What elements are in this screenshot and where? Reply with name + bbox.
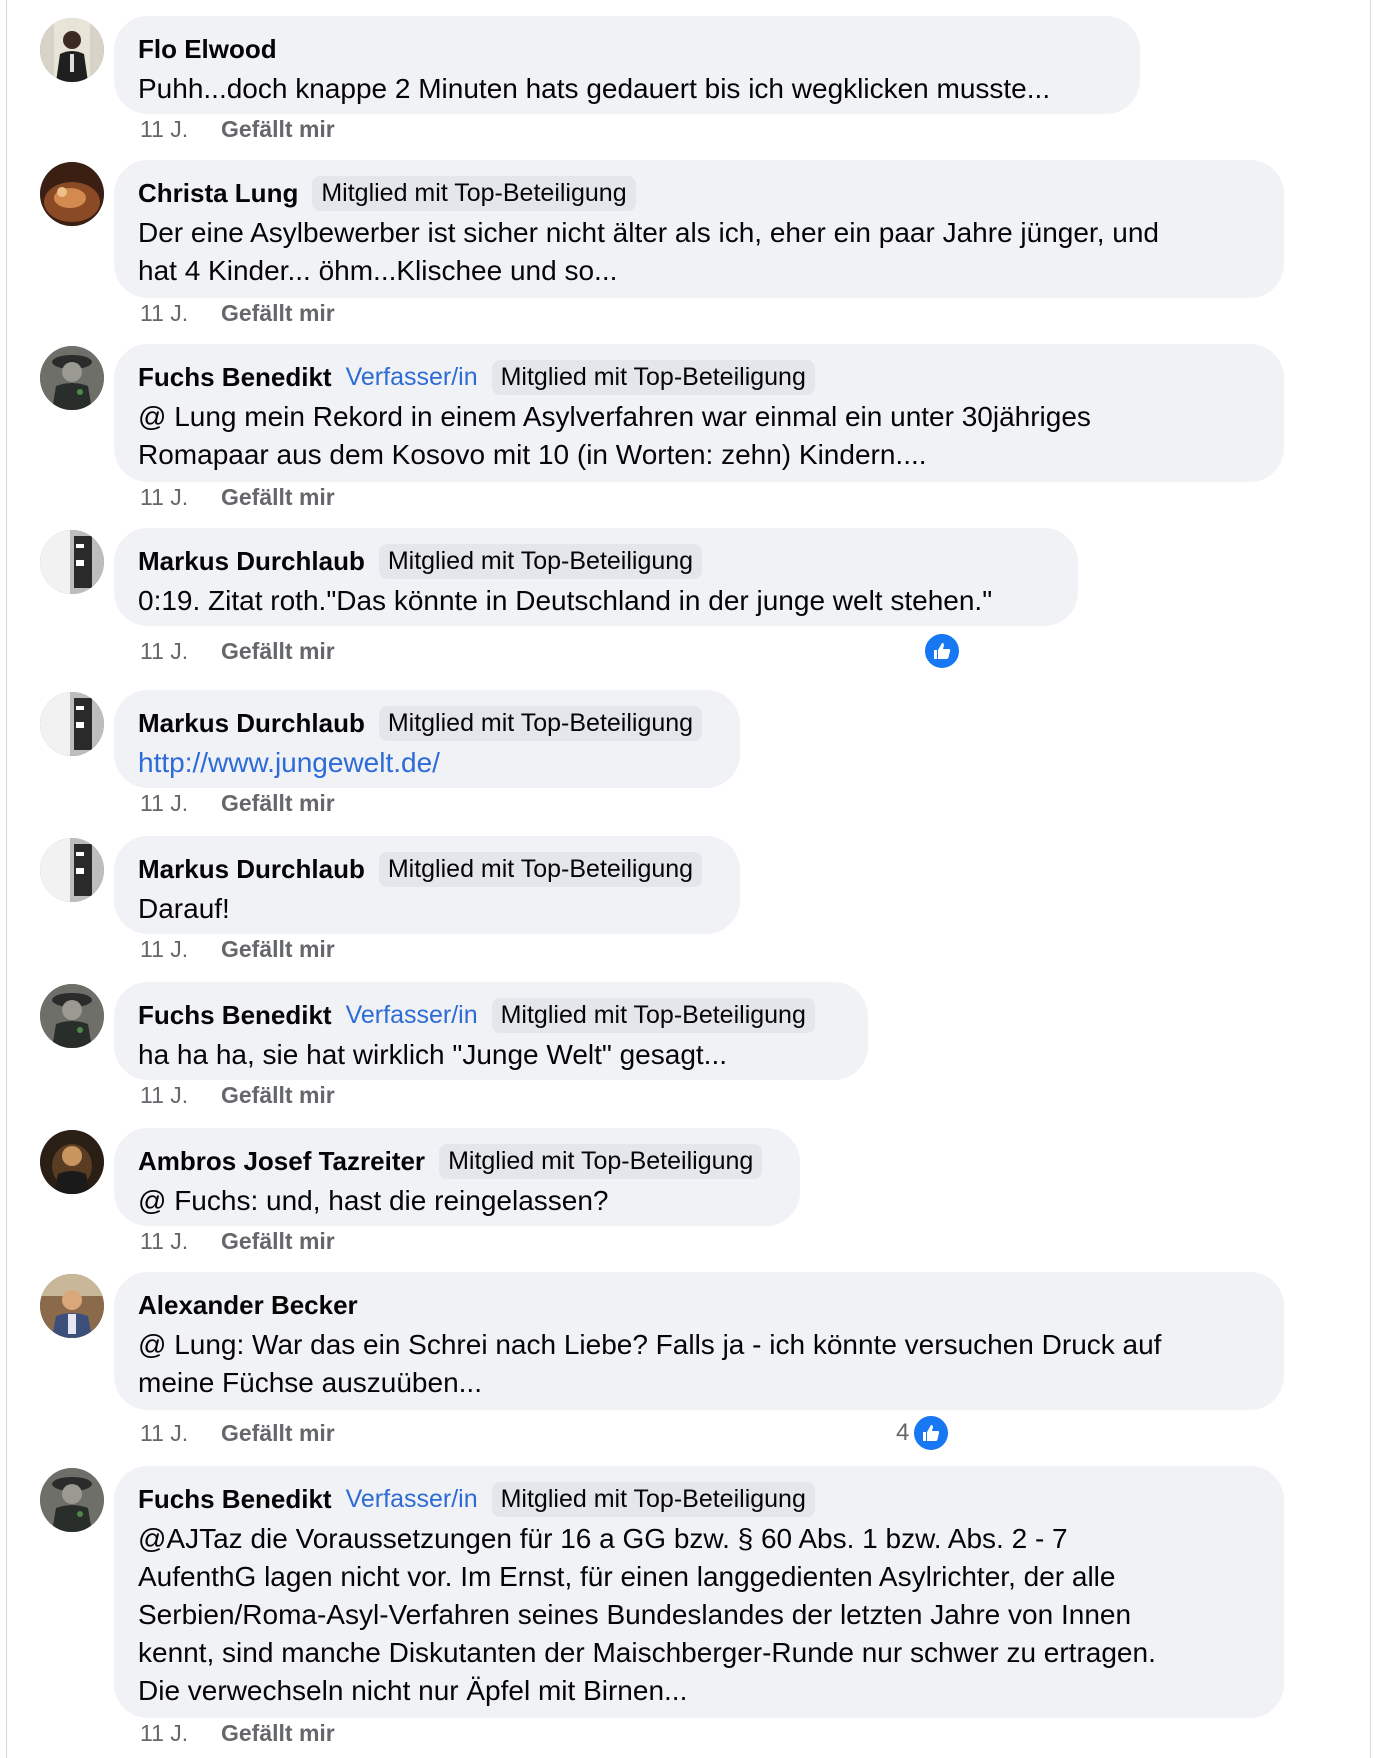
top-contributor-badge: Mitglied mit Top-Beteiligung <box>312 175 636 211</box>
thumbs-up-icon <box>912 1414 951 1452</box>
timestamp[interactable]: 11 J. <box>140 790 221 817</box>
comment-text-line: @ Lung: War das ein Schrei nach Liebe? F… <box>138 1329 1162 1360</box>
author-name[interactable]: Markus Durchlaub <box>138 854 365 885</box>
like-button[interactable]: Gefällt mir <box>221 638 335 664</box>
comment-text-line: meine Füchse auszuüben... <box>138 1367 482 1398</box>
like-button[interactable]: Gefällt mir <box>221 1082 335 1108</box>
avatar[interactable] <box>40 1274 104 1338</box>
comment-meta: 11 J. Gefällt mir <box>140 1720 335 1747</box>
comment-meta: 11 J. Gefällt mir <box>140 1082 335 1109</box>
author-tag: Verfasser/in <box>345 1000 478 1029</box>
avatar[interactable] <box>40 1130 104 1194</box>
avatar[interactable] <box>40 984 104 1048</box>
reaction-summary[interactable] <box>920 632 961 670</box>
comment-text: Puhh...doch knappe 2 Minuten hats gedaue… <box>138 73 1051 104</box>
timestamp[interactable]: 11 J. <box>140 1720 221 1747</box>
avatar[interactable] <box>40 692 104 756</box>
author-name[interactable]: Alexander Becker <box>138 1290 358 1321</box>
author-name[interactable]: Fuchs Benedikt <box>138 362 332 393</box>
comment-text-line: Der eine Asylbewerber ist sicher nicht ä… <box>138 217 1159 248</box>
comment-bubble: Flo Elwood Puhh...doch knappe 2 Minuten … <box>114 16 1140 114</box>
comment-bubble: Fuchs Benedikt Verfasser/in Mitglied mit… <box>114 1466 1284 1718</box>
comment-text: Der eine Asylbewerber ist sicher nicht ä… <box>138 214 1260 290</box>
author-name[interactable]: Markus Durchlaub <box>138 708 365 739</box>
author-name[interactable]: Fuchs Benedikt <box>138 1000 332 1031</box>
comment-bubble: Christa Lung Mitglied mit Top-Beteiligun… <box>114 160 1284 298</box>
top-contributor-badge: Mitglied mit Top-Beteiligung <box>491 997 815 1033</box>
like-button[interactable]: Gefällt mir <box>221 484 335 510</box>
comment-meta: 11 J. Gefällt mir <box>140 116 335 143</box>
author-name[interactable]: Flo Elwood <box>138 34 277 65</box>
comment-text-line: Serbien/Roma-Asyl-Verfahren seines Bunde… <box>138 1599 1132 1630</box>
reaction-count: 4 <box>896 1419 910 1446</box>
like-button[interactable]: Gefällt mir <box>221 300 335 326</box>
author-name[interactable]: Fuchs Benedikt <box>138 1484 332 1515</box>
comment-text-line: AufenthG lagen nicht vor. Im Ernst, für … <box>138 1561 1116 1592</box>
author-tag: Verfasser/in <box>345 362 478 391</box>
like-button[interactable]: Gefällt mir <box>221 790 335 816</box>
comment-link[interactable]: http://www.jungewelt.de/ <box>138 744 716 782</box>
timestamp[interactable]: 11 J. <box>140 300 221 327</box>
comment-text-line: Die verwechseln nicht nur Äpfel mit Birn… <box>138 1675 688 1706</box>
comment-text-line: @AJTaz die Voraussetzungen für 16 a GG b… <box>138 1523 1068 1554</box>
like-button[interactable]: Gefällt mir <box>221 1228 335 1254</box>
comment-bubble: Fuchs Benedikt Verfasser/in Mitglied mit… <box>114 982 868 1080</box>
top-contributor-badge: Mitglied mit Top-Beteiligung <box>378 543 703 579</box>
avatar[interactable] <box>40 1468 104 1532</box>
comment-meta: 11 J. Gefällt mir <box>140 638 335 665</box>
comment-bubble: Markus Durchlaub Mitglied mit Top-Beteil… <box>114 528 1078 626</box>
avatar[interactable] <box>40 346 104 410</box>
like-button[interactable]: Gefällt mir <box>221 116 335 142</box>
comment-bubble: Alexander Becker @ Lung: War das ein Sch… <box>114 1272 1284 1410</box>
timestamp[interactable]: 11 J. <box>140 1082 221 1109</box>
timestamp[interactable]: 11 J. <box>140 638 221 665</box>
top-contributor-badge: Mitglied mit Top-Beteiligung <box>378 705 703 741</box>
comment-text: ha ha ha, sie hat wirklich "Junge Welt" … <box>138 1039 728 1070</box>
feed-border-right <box>1370 0 1371 1758</box>
timestamp[interactable]: 11 J. <box>140 1228 221 1255</box>
comment-text: Darauf! <box>138 893 230 924</box>
avatar[interactable] <box>40 530 104 594</box>
comment-meta: 11 J. Gefällt mir <box>140 484 335 511</box>
comment-meta: 11 J. Gefällt mir <box>140 1228 335 1255</box>
top-contributor-badge: Mitglied mit Top-Beteiligung <box>491 359 815 395</box>
comment-bubble: Markus Durchlaub Mitglied mit Top-Beteil… <box>114 690 740 788</box>
avatar[interactable] <box>40 162 104 226</box>
timestamp[interactable]: 11 J. <box>140 936 221 963</box>
avatar[interactable] <box>40 838 104 902</box>
top-contributor-badge: Mitglied mit Top-Beteiligung <box>491 1481 815 1517</box>
comment-bubble: Markus Durchlaub Mitglied mit Top-Beteil… <box>114 836 740 934</box>
comment-text-line: Romapaar aus dem Kosovo mit 10 (in Worte… <box>138 439 927 470</box>
like-button[interactable]: Gefällt mir <box>221 936 335 962</box>
top-contributor-badge: Mitglied mit Top-Beteiligung <box>439 1143 763 1179</box>
feed-border-left <box>6 0 7 1758</box>
like-button[interactable]: Gefällt mir <box>221 1720 335 1746</box>
reaction-summary[interactable]: 4 <box>896 1414 951 1452</box>
like-button[interactable]: Gefällt mir <box>221 1420 335 1446</box>
comment-bubble: Fuchs Benedikt Verfasser/in Mitglied mit… <box>114 344 1284 482</box>
comment-bubble: Ambros Josef Tazreiter Mitglied mit Top-… <box>114 1128 800 1226</box>
comment-text: @ Fuchs: und, hast die reingelassen? <box>138 1185 609 1216</box>
thumbs-up-icon <box>923 632 961 670</box>
timestamp[interactable]: 11 J. <box>140 116 221 143</box>
comment-meta: 11 J. Gefällt mir <box>140 1420 335 1447</box>
comment-meta: 11 J. Gefällt mir <box>140 300 335 327</box>
comment-text: 0:19. Zitat roth."Das könnte in Deutschl… <box>138 585 993 616</box>
timestamp[interactable]: 11 J. <box>140 1420 221 1447</box>
comment-text: @ Lung mein Rekord in einem Asylverfahre… <box>138 398 1260 474</box>
top-contributor-badge: Mitglied mit Top-Beteiligung <box>378 851 703 887</box>
comment-text: @ Lung: War das ein Schrei nach Liebe? F… <box>138 1326 1260 1402</box>
comment-text-line: hat 4 Kinder... öhm...Klischee und so... <box>138 255 618 286</box>
author-name[interactable]: Christa Lung <box>138 178 298 209</box>
avatar[interactable] <box>40 18 104 82</box>
comment-text-line: @ Lung mein Rekord in einem Asylverfahre… <box>138 401 1091 432</box>
comment-text-line: kennt, sind manche Diskutanten der Maisc… <box>138 1637 1156 1668</box>
author-name[interactable]: Ambros Josef Tazreiter <box>138 1146 425 1177</box>
comment-meta: 11 J. Gefällt mir <box>140 936 335 963</box>
comment-text: @AJTaz die Voraussetzungen für 16 a GG b… <box>138 1520 1260 1710</box>
author-name[interactable]: Markus Durchlaub <box>138 546 365 577</box>
author-tag: Verfasser/in <box>345 1484 478 1513</box>
timestamp[interactable]: 11 J. <box>140 484 221 511</box>
comment-meta: 11 J. Gefällt mir <box>140 790 335 817</box>
